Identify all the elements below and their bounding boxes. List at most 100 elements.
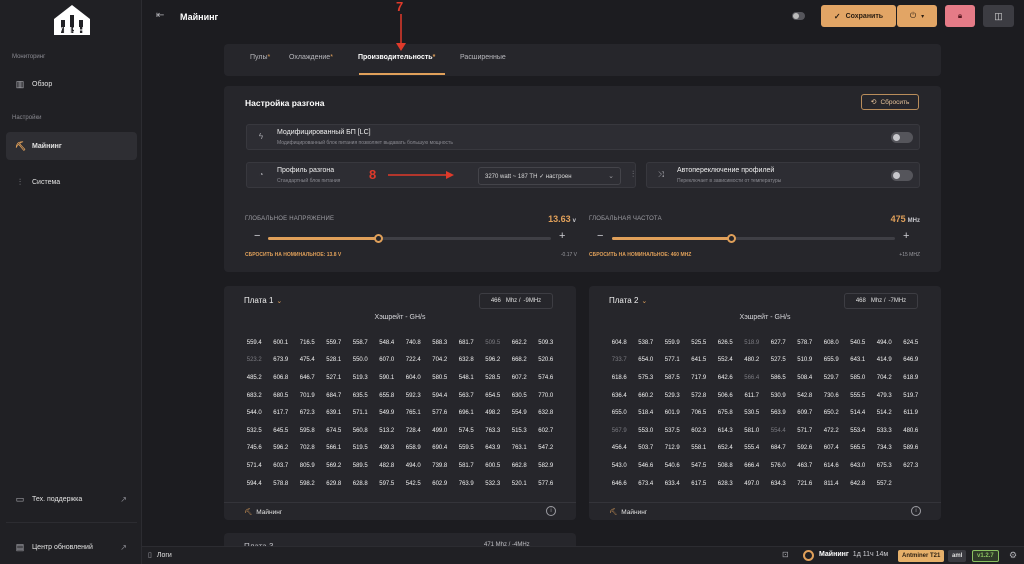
chip-hashrate-cell: 658.9 xyxy=(405,445,421,452)
frequency-reset-link[interactable]: СБРОСИТЬ НА НОМИНАЛЬНОЕ: 460 MHZ xyxy=(589,252,691,258)
sidebar-item-updates[interactable]: ▤ Центр обновлений ↗ xyxy=(6,533,137,561)
power-icon: ⏻ xyxy=(909,11,917,20)
panel-toggle-button[interactable]: ◫ xyxy=(983,5,1014,27)
chip-hashrate-cell: 549.9 xyxy=(379,410,395,417)
chip-hashrate-cell: 499.0 xyxy=(432,427,448,434)
chip-hashrate-cell: 763.3 xyxy=(485,427,501,434)
chip-hashrate-cell: 581.7 xyxy=(458,462,474,469)
chip-hashrate-cell: 733.7 xyxy=(611,357,627,364)
board-card-1: Плата 1 ⌄ 466 Mhz / -9MHz Хэшрейт - GH/s … xyxy=(224,286,576,520)
board-frequency[interactable]: 466 Mhz / -9MHz xyxy=(479,293,553,309)
chip-hashrate-cell: 586.5 xyxy=(770,374,786,381)
info-icon[interactable]: i xyxy=(546,506,556,516)
logs-button[interactable]: ▯ Логи xyxy=(148,551,172,559)
voltage-decrease-button[interactable]: − xyxy=(254,230,260,242)
gear-icon[interactable]: ⚙ xyxy=(1009,550,1017,561)
chip-hashrate-cell: 525.5 xyxy=(691,339,707,346)
board-frequency[interactable]: 468 Mhz / -7MHz xyxy=(844,293,918,309)
chevron-down-icon: ⌄ xyxy=(641,298,648,305)
chip-hashrate-cell: 602.3 xyxy=(691,427,707,434)
chip-hashrate-cell: 508.8 xyxy=(717,462,733,469)
frequency-label: ГЛОБАЛЬНАЯ ЧАСТОТА xyxy=(589,216,662,222)
chip-hashrate-cell: 706.5 xyxy=(691,410,707,417)
voltage-increase-button[interactable]: + xyxy=(559,230,565,242)
chip-hashrate-cell: 543.0 xyxy=(611,462,627,469)
chip-hashrate-cell: 414.9 xyxy=(876,357,892,364)
chip-hashrate-cell: 730.6 xyxy=(823,392,839,399)
logs-label: Логи xyxy=(156,552,172,559)
board-title[interactable]: Плата 1 ⌄ xyxy=(244,296,282,305)
chip-hashrate-cell: 578.7 xyxy=(797,339,813,346)
board-frequency-unit: Mhz / xyxy=(505,298,521,304)
version-badge: v1.2.7 xyxy=(972,550,999,562)
chip-hashrate-grid: 559.4 600.1 716.5 559.7 558.7 548.4 740.8 588.3… xyxy=(241,334,559,492)
chip-hashrate-cell: 728.4 xyxy=(405,427,421,434)
collapse-sidebar-icon[interactable]: ⇤ xyxy=(156,10,164,21)
reset-button[interactable]: ⟲ Сбросить xyxy=(861,94,919,110)
tab-performance[interactable]: Производительность* xyxy=(358,54,435,61)
theme-toggle[interactable] xyxy=(792,12,805,20)
chip-hashrate-cell: 618.9 xyxy=(903,374,919,381)
sidebar-item-mining[interactable]: ⛏ Майнинг xyxy=(6,132,137,160)
screenshot-icon[interactable]: ⊡ xyxy=(782,550,789,559)
tab-pools[interactable]: Пулы* xyxy=(250,54,270,61)
mining-icon: ⛏ xyxy=(609,509,618,516)
psu-toggle[interactable] xyxy=(891,132,913,143)
chip-hashrate-cell: 515.3 xyxy=(511,427,527,434)
chip-hashrate-cell: 716.5 xyxy=(299,339,315,346)
frequency-slider-handle[interactable] xyxy=(726,234,736,243)
board-frequency-delta: -7MHz xyxy=(888,298,907,304)
board-title-label: Плата 1 xyxy=(244,296,274,305)
voltage-reset-link[interactable]: СБРОСИТЬ НА НОМИНАЛЬНОЕ: 13.8 V xyxy=(245,252,341,258)
chip-hashrate-cell: 548.1 xyxy=(458,374,474,381)
chip-hashrate-cell: 577.1 xyxy=(664,357,680,364)
chip-hashrate-cell: 740.8 xyxy=(405,339,421,346)
chip-hashrate-cell: 642.8 xyxy=(850,480,866,487)
info-icon[interactable]: i xyxy=(911,506,921,516)
tab-label: Охлаждение xyxy=(289,54,331,61)
autoswitch-toggle[interactable] xyxy=(891,170,913,181)
voltage-slider[interactable] xyxy=(268,234,551,243)
chip-hashrate-cell: 510.9 xyxy=(797,357,813,364)
chip-hashrate-cell: 582.9 xyxy=(538,462,554,469)
chip-hashrate-cell: 575.3 xyxy=(638,374,654,381)
chip-hashrate-cell: 555.4 xyxy=(744,445,760,452)
tab-bar: Пулы* Охлаждение* Производительность* Ра… xyxy=(224,44,941,76)
annotation-arrow-right xyxy=(388,171,454,179)
chip-hashrate-cell: 654.0 xyxy=(638,357,654,364)
save-button[interactable]: ✓ Сохранить xyxy=(821,5,896,27)
voltage-slider-handle[interactable] xyxy=(374,234,384,243)
profile-select[interactable]: 3270 watt ~ 187 TH ✓ настроен ⌄ xyxy=(478,167,621,185)
chip-hashrate-cell: 607.4 xyxy=(823,445,839,452)
tab-cooling[interactable]: Охлаждение* xyxy=(289,54,333,61)
sidebar-item-support[interactable]: ▭ Тех. поддержка ↗ xyxy=(6,485,137,513)
chip-hashrate-cell: 604.0 xyxy=(405,374,421,381)
profile-title: Профиль разгона xyxy=(277,167,335,174)
tune-icon[interactable]: ⫶ xyxy=(632,169,634,180)
mining-status: Майнинг 1д 11ч 14м xyxy=(819,551,888,558)
chip-hashrate-cell: 514.4 xyxy=(850,410,866,417)
sidebar-item-overview[interactable]: ▥ Обзор xyxy=(6,70,137,98)
autoswitch-title: Автопереключение профилей xyxy=(677,167,775,174)
chip-hashrate-cell: 559.7 xyxy=(326,339,342,346)
frequency-offset: +15 MHZ xyxy=(899,252,920,258)
board-title[interactable]: Плата 2 ⌄ xyxy=(609,296,647,305)
frequency-slider[interactable] xyxy=(612,234,895,243)
gauge-icon: ◔ xyxy=(258,170,264,179)
power-menu-button[interactable]: ⏻ ▾ xyxy=(897,5,937,27)
check-icon: ✓ xyxy=(833,11,841,21)
sidebar-item-system[interactable]: ⫶ Система xyxy=(6,168,137,196)
frequency-decrease-button[interactable]: − xyxy=(597,230,603,242)
tab-advanced[interactable]: Расширенные xyxy=(460,54,506,61)
chip-hashrate-cell: 485.2 xyxy=(246,374,262,381)
board-status-label: Майнинг xyxy=(256,509,283,516)
chip-hashrate-cell: 577.6 xyxy=(538,480,554,487)
chip-hashrate-cell: 563.7 xyxy=(458,392,474,399)
chip-hashrate-cell: 503.7 xyxy=(638,445,654,452)
chip-hashrate-cell: 558.1 xyxy=(691,445,707,452)
chip-hashrate-cell: 590.1 xyxy=(379,374,395,381)
chip-hashrate-cell: 627.7 xyxy=(770,339,786,346)
lock-button[interactable]: 🔒︎ xyxy=(945,5,975,27)
chip-hashrate-cell: 632.8 xyxy=(458,357,474,364)
frequency-increase-button[interactable]: + xyxy=(903,230,909,242)
